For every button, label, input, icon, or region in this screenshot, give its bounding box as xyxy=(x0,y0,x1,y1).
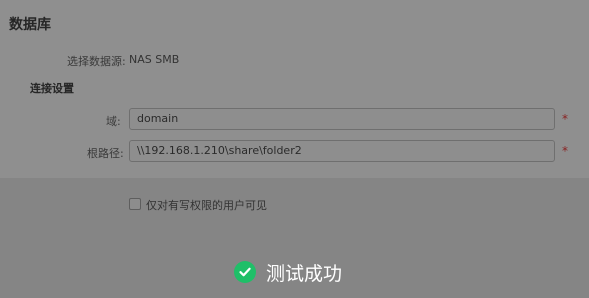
check-circle-icon xyxy=(234,261,256,283)
section-title: 数据库 xyxy=(9,17,51,33)
domain-label: 域: xyxy=(106,115,121,128)
root-path-field[interactable]: \\192.168.1.210\share\folder2 xyxy=(129,140,555,162)
domain-required-mark: * xyxy=(562,112,568,126)
root-path-label: 根路径: xyxy=(87,147,124,160)
write-permission-checkbox[interactable] xyxy=(129,198,141,210)
datasource-value: NAS SMB xyxy=(129,53,180,66)
domain-field[interactable]: domain xyxy=(129,108,555,130)
connection-heading: 连接设置 xyxy=(30,82,74,95)
datasource-label: 选择数据源: xyxy=(67,55,126,68)
success-toast: 测试成功 xyxy=(234,258,342,286)
settings-panel: 数据库 选择数据源: NAS SMB 连接设置 域: domain * 根路径:… xyxy=(0,0,589,178)
toast-message: 测试成功 xyxy=(266,262,343,285)
write-permission-label[interactable]: 仅对有写权限的用户可见 xyxy=(146,197,267,213)
root-path-required-mark: * xyxy=(562,144,568,158)
